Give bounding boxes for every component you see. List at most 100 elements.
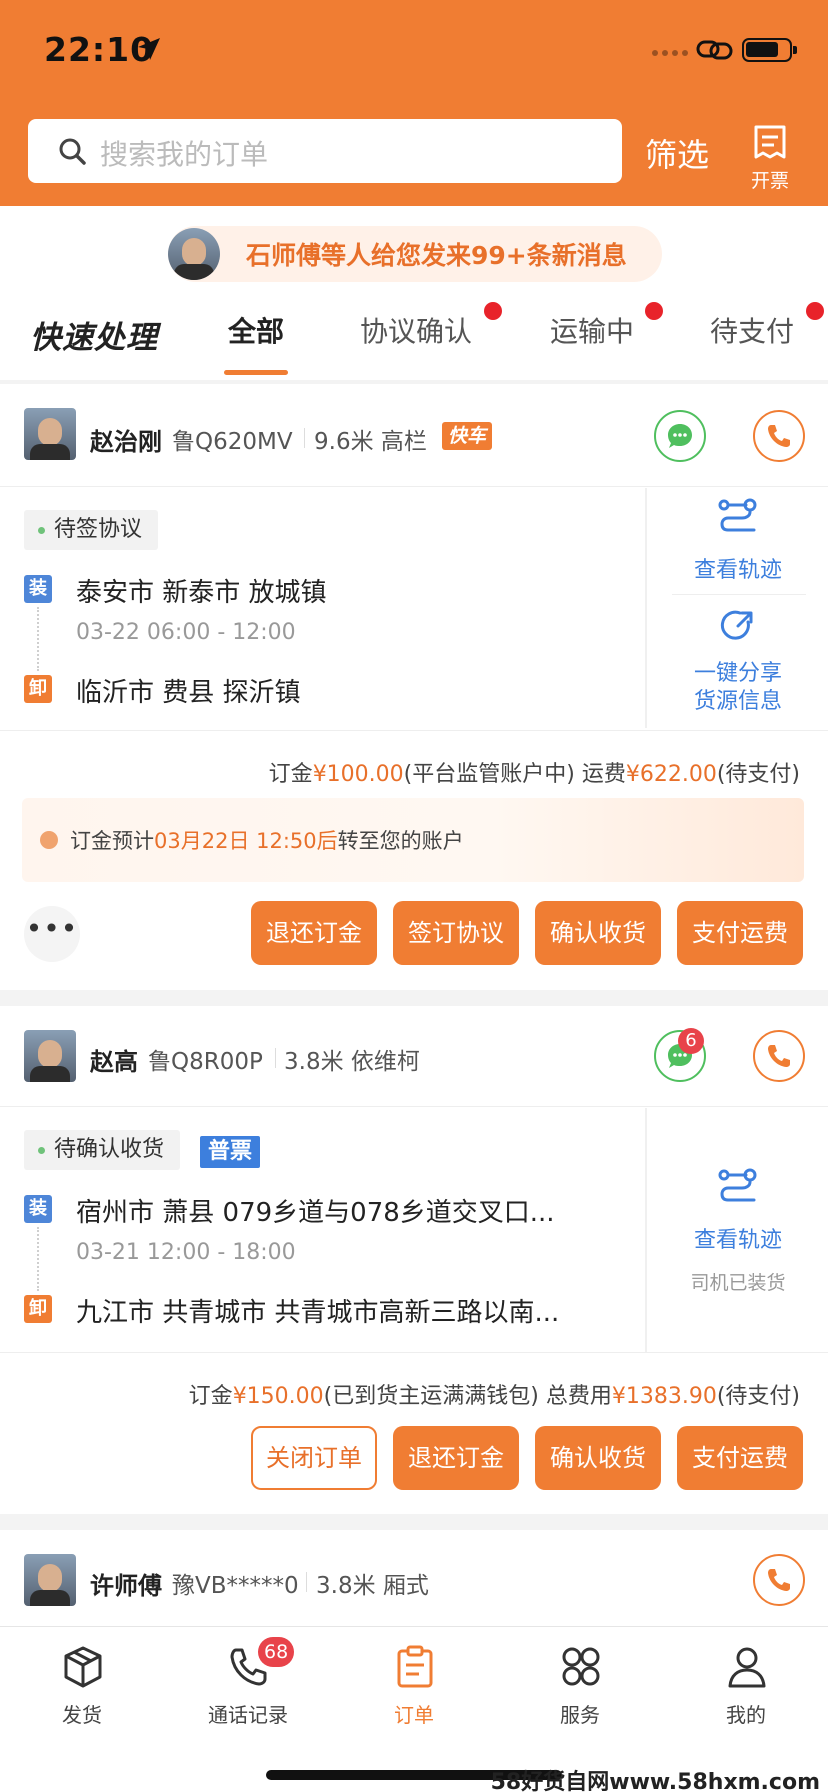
deposit-tip-bar: 订金预计03月22日 12:50后转至您的账户 bbox=[22, 798, 804, 882]
card-divider bbox=[0, 1106, 828, 1107]
deposit-amount: ¥150.00 bbox=[232, 1384, 324, 1409]
notice-avatar bbox=[168, 228, 220, 280]
filter-button[interactable]: 筛选 bbox=[645, 130, 709, 176]
deposit-note: (已到货主运满满钱包) 总费用 bbox=[323, 1384, 612, 1409]
deposit-tip-text: 订金预计03月22日 12:50后转至您的账户 bbox=[70, 825, 464, 855]
confirm-receipt-button[interactable]: 确认收货 bbox=[535, 1426, 661, 1490]
status-chip: 待签协议 bbox=[24, 510, 159, 550]
nav-ship-label: 发货 bbox=[62, 1703, 102, 1727]
share-source-label: 一键分享 货源信息 bbox=[693, 661, 782, 714]
nav-orders-label: 订单 bbox=[394, 1703, 434, 1727]
route-line bbox=[37, 1227, 39, 1291]
driver-name: 许师傅 bbox=[90, 1572, 162, 1600]
notice-text: 石师傅等人给您发来99+条新消息 bbox=[246, 241, 627, 270]
pay-freight-button[interactable]: 支付运费 bbox=[677, 1426, 803, 1490]
phone-icon bbox=[768, 1569, 790, 1591]
search-placeholder: 搜索我的订单 bbox=[100, 138, 269, 171]
box-icon bbox=[64, 1646, 102, 1688]
driver-plate: 豫VB*****0 bbox=[172, 1573, 299, 1599]
sign-agreement-button[interactable]: 签订协议 bbox=[393, 901, 519, 965]
driver-plate: 鲁Q620MV bbox=[172, 429, 293, 455]
location-arrow-icon bbox=[138, 38, 160, 60]
driver-plate: 鲁Q8R00P bbox=[148, 1049, 263, 1075]
fee-deposit-prefix: 订金 bbox=[268, 762, 313, 787]
side-divider bbox=[672, 594, 806, 595]
freight-note: (待支付) bbox=[716, 762, 800, 787]
tab-all[interactable]: 全部 bbox=[228, 310, 284, 350]
origin-address: 宿州市 萧县 079乡道与078乡道交叉口... bbox=[76, 1198, 555, 1228]
route-line bbox=[37, 607, 39, 671]
confirm-receipt-button[interactable]: 确认收货 bbox=[535, 901, 661, 965]
refund-deposit-button[interactable]: 退还订金 bbox=[251, 901, 377, 965]
chat-unread-badge: 6 bbox=[678, 1028, 704, 1054]
phone-icon bbox=[768, 425, 790, 447]
close-order-button[interactable]: 关闭订单 bbox=[251, 1426, 377, 1490]
call-button[interactable] bbox=[753, 1554, 805, 1606]
chat-icon bbox=[668, 424, 692, 448]
view-track-button[interactable]: 查看轨迹 bbox=[668, 1222, 808, 1254]
tab-agreement-confirm[interactable]: 协议确认 bbox=[360, 310, 472, 350]
call-log-badge: 68 bbox=[258, 1637, 295, 1667]
driver-avatar bbox=[24, 1030, 76, 1082]
driver-avatar bbox=[24, 408, 76, 460]
tab-transit-dot bbox=[645, 302, 663, 320]
destination-address: 临沂市 费县 探沂镇 bbox=[76, 678, 301, 708]
driver-name: 赵高 bbox=[90, 1048, 138, 1076]
share-source-button[interactable]: 一键分享 货源信息 bbox=[668, 660, 808, 716]
side-separator bbox=[645, 488, 647, 728]
load-tag: 装 bbox=[24, 575, 52, 603]
fast-truck-tag: 快车 bbox=[442, 422, 493, 450]
tip-prefix: 订金预计 bbox=[70, 829, 154, 853]
deposit-note: (平台监管账户中) 运费 bbox=[403, 762, 626, 787]
track-icon bbox=[718, 498, 757, 532]
battery-icon bbox=[742, 38, 797, 62]
nav-call-log-label: 通话记录 bbox=[208, 1703, 288, 1727]
status-chip: 待确认收货 bbox=[24, 1130, 181, 1170]
info-divider bbox=[306, 1572, 307, 1592]
fee-summary: 订金¥150.00(已到货主运满满钱包) 总费用¥1383.90(待支付) bbox=[189, 1378, 800, 1410]
call-button[interactable] bbox=[753, 410, 805, 462]
vehicle-info: 3.8米 厢式 bbox=[316, 1573, 429, 1599]
call-button[interactable] bbox=[753, 1030, 805, 1082]
tab-pending-payment[interactable]: 待支付 bbox=[710, 310, 794, 350]
pay-freight-button[interactable]: 支付运费 bbox=[677, 901, 803, 965]
driver-loaded-note: 司机已装货 bbox=[690, 1272, 786, 1294]
vehicle-info: 3.8米 依维柯 bbox=[284, 1049, 420, 1075]
invoice-icon bbox=[754, 125, 786, 159]
quick-handle-button[interactable]: 快速处理 bbox=[30, 312, 158, 357]
tab-payment-dot bbox=[806, 302, 824, 320]
link-icon bbox=[696, 40, 733, 60]
grid-icon bbox=[562, 1647, 600, 1686]
signal-icon bbox=[652, 50, 690, 56]
load-time-range: 03-22 06:00 - 12:00 bbox=[76, 620, 296, 645]
info-divider bbox=[275, 1048, 276, 1068]
user-icon bbox=[728, 1647, 766, 1688]
destination-address: 九江市 共青城市 共青城市高新三路以南... bbox=[76, 1298, 560, 1328]
tip-time: 03月22日 12:50后 bbox=[154, 829, 338, 853]
fee-deposit-prefix: 订金 bbox=[188, 1384, 233, 1409]
unload-tag: 卸 bbox=[24, 1295, 52, 1323]
card-divider bbox=[0, 486, 828, 487]
tab-active-indicator bbox=[224, 370, 288, 375]
share-icon bbox=[720, 610, 753, 640]
more-button[interactable]: ••• bbox=[24, 906, 80, 962]
side-separator bbox=[645, 1108, 647, 1352]
clipboard-icon bbox=[397, 1645, 433, 1688]
chat-button[interactable] bbox=[654, 410, 706, 462]
refund-deposit-button[interactable]: 退还订金 bbox=[393, 1426, 519, 1490]
phone-icon bbox=[768, 1045, 790, 1067]
driver-avatar bbox=[24, 1554, 76, 1606]
unload-tag: 卸 bbox=[24, 675, 52, 703]
card-divider bbox=[0, 1352, 828, 1353]
view-track-button[interactable]: 查看轨迹 bbox=[668, 552, 808, 584]
origin-address: 泰安市 新泰市 放城镇 bbox=[76, 578, 327, 608]
load-tag: 装 bbox=[24, 1195, 52, 1223]
track-icon bbox=[718, 1168, 757, 1202]
load-time-range: 03-21 12:00 - 18:00 bbox=[76, 1240, 296, 1265]
search-input[interactable]: 搜索我的订单 bbox=[28, 119, 622, 183]
tab-agreement-dot bbox=[484, 302, 502, 320]
tab-in-transit[interactable]: 运输中 bbox=[550, 310, 634, 350]
nav-services-label: 服务 bbox=[560, 1703, 600, 1727]
coin-icon bbox=[40, 831, 58, 849]
deposit-amount: ¥100.00 bbox=[312, 762, 404, 787]
